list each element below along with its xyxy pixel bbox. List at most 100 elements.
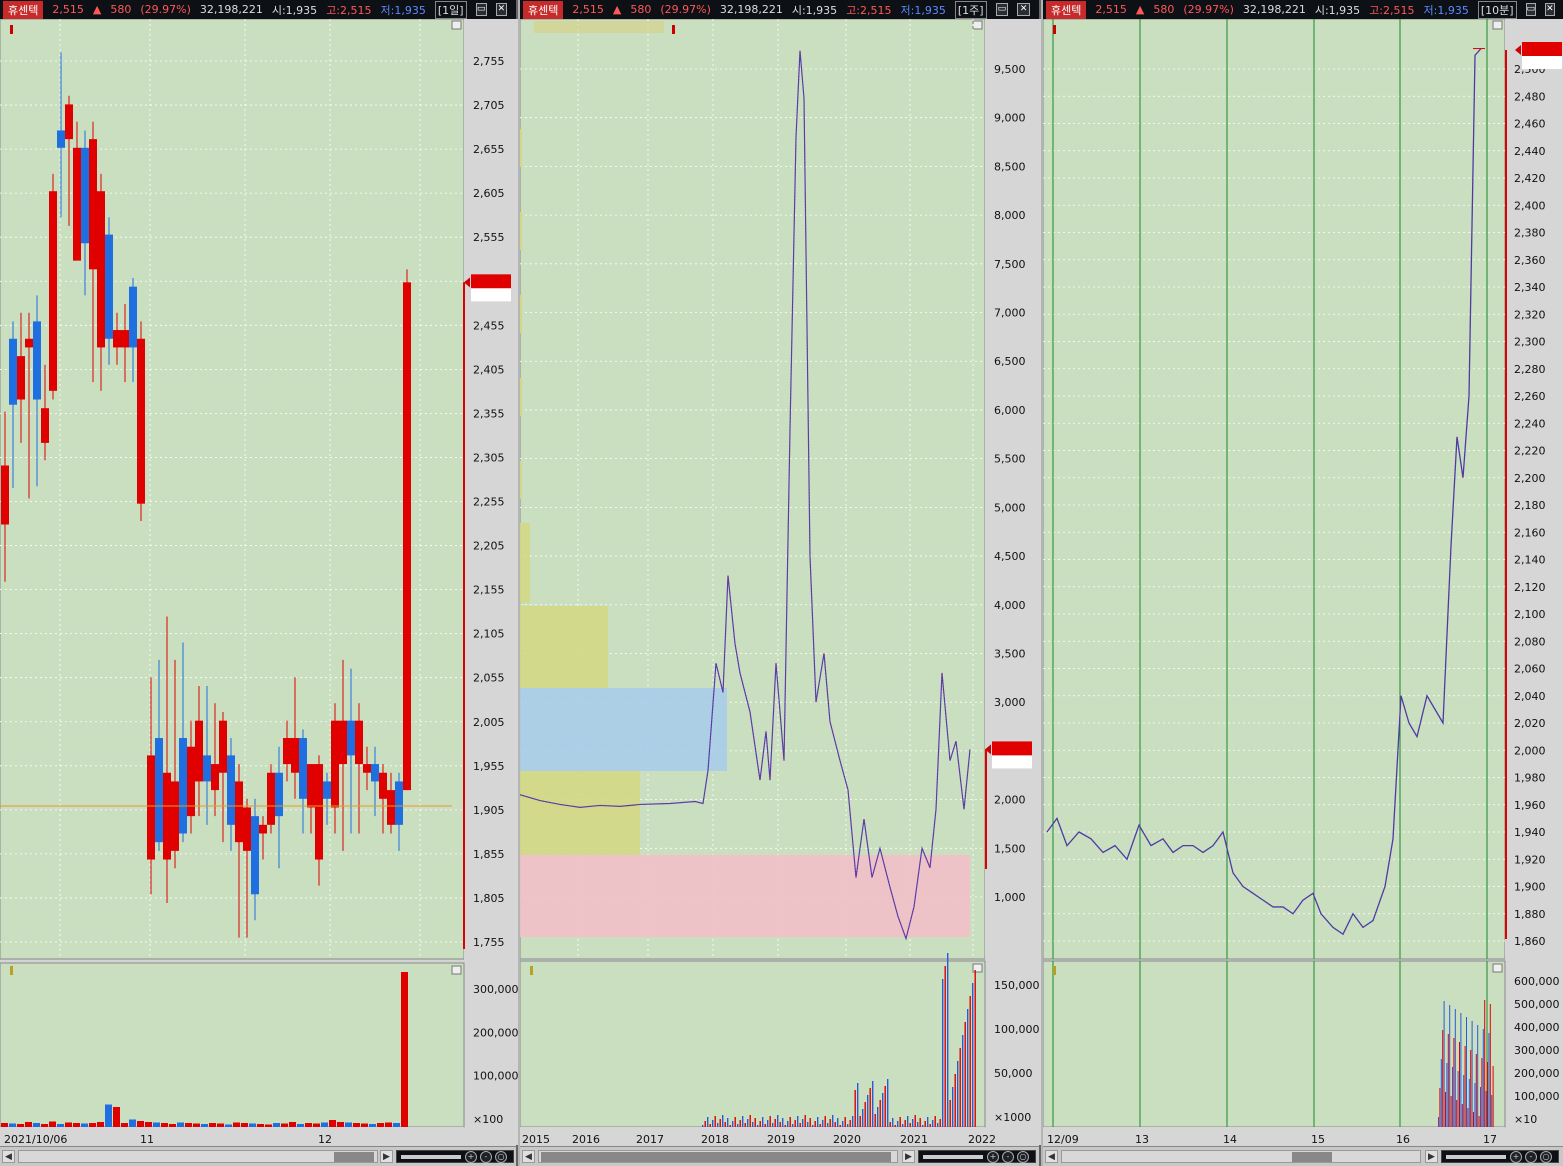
y-tick-label: 3,500 [994, 647, 1026, 660]
scroll-right-button[interactable]: ▶ [1425, 1150, 1438, 1163]
period-selector[interactable]: [1일] [434, 0, 467, 19]
volume-bar [265, 1124, 272, 1127]
scroll-track[interactable] [1061, 1150, 1421, 1163]
volume-bar [1467, 1108, 1469, 1127]
volume-bar [834, 1122, 836, 1127]
zoom-in-icon[interactable]: + [1510, 1150, 1522, 1163]
stock-name[interactable]: 휴센텍 [1046, 0, 1087, 19]
scroll-right-button[interactable]: ▶ [902, 1150, 915, 1163]
volume-profile-bar [520, 523, 530, 603]
zoom-out-icon[interactable]: - [480, 1150, 492, 1163]
x-axis-panel [0, 1127, 464, 1145]
price-pane-menu-icon [972, 20, 983, 30]
candle-body [179, 738, 187, 834]
volume-bar [969, 996, 971, 1127]
scrollbar[interactable]: ◀ ▶ + - ○ [1043, 1146, 1563, 1166]
period-selector[interactable]: [10분] [1477, 0, 1517, 19]
volume-tick-label: 300,000 [1514, 1044, 1560, 1057]
daily-chart[interactable]: 2,7552,7052,6552,6052,5552,5052,4552,405… [0, 19, 518, 1146]
zoom-in-icon[interactable]: + [987, 1150, 999, 1163]
zoom-in-icon[interactable]: + [465, 1150, 477, 1163]
open-price: 시:1,935 [271, 3, 318, 17]
volume-bar [804, 1115, 806, 1127]
volume-profile-bar [520, 606, 608, 689]
intraday-chart[interactable]: 2,5002,4802,4602,4402,4202,4002,3802,360… [1043, 19, 1563, 1146]
volume-bar [129, 1119, 136, 1127]
candle-body [387, 790, 395, 825]
y-tick-label: 3,000 [994, 696, 1026, 709]
volume-bar [17, 1124, 24, 1127]
legend-marker [10, 25, 13, 34]
zoom-out-icon[interactable]: - [1002, 1150, 1014, 1163]
volume-bar [974, 970, 976, 1127]
y-tick-label: 4,000 [994, 599, 1026, 612]
stock-name[interactable]: 휴센텍 [3, 0, 44, 19]
y-tick-label: 2,260 [1514, 390, 1546, 403]
y-tick-label: 2,240 [1514, 417, 1546, 430]
y-tick-label: 6,000 [994, 404, 1026, 417]
volume-tick-label: 100,000 [1514, 1090, 1560, 1103]
zoom-reset-icon[interactable]: ○ [1540, 1150, 1552, 1163]
pane-title-bar: 휴센텍 2,515 ▲ 580 (29.97%) 32,198,221 시:1,… [0, 0, 516, 19]
volume-bar [1443, 1001, 1445, 1127]
volume-bar [794, 1120, 796, 1127]
zoom-slider[interactable] [923, 1154, 983, 1159]
scroll-right-button[interactable]: ▶ [380, 1150, 393, 1163]
volume-bar [1484, 1000, 1486, 1127]
scroll-thumb[interactable] [541, 1152, 891, 1162]
high-price: 고:2,515 [846, 3, 892, 17]
price-pane-menu-icon [451, 20, 462, 30]
volume-bar [1464, 1046, 1466, 1127]
scroll-left-button[interactable]: ◀ [2, 1150, 15, 1163]
volume-bar [967, 1009, 969, 1127]
volume-bar [819, 1124, 821, 1127]
y-tick-label: 2,400 [1514, 199, 1546, 212]
volume-bar [754, 1118, 756, 1127]
volume-bar [1485, 1091, 1487, 1127]
minimize-button[interactable]: ▭ [1525, 3, 1537, 16]
stock-name[interactable]: 휴센텍 [523, 0, 564, 19]
volume-bar [217, 1123, 224, 1127]
y-tick-label: 2,420 [1514, 172, 1546, 185]
candle-body [105, 234, 113, 339]
close-button[interactable]: ✕ [1545, 3, 1555, 16]
close-button[interactable]: ✕ [495, 3, 507, 16]
volume-bar [714, 1116, 716, 1127]
weekly-chart[interactable]: 9,500 9,000 8,500 8,000 7,500 7,000 6,500 6,000… [520, 19, 1041, 1146]
zoom-slider[interactable] [401, 1154, 461, 1159]
volume-bar [937, 1123, 939, 1127]
volume-bar [313, 1123, 320, 1127]
x-tick-label: 2015 [522, 1133, 550, 1146]
scroll-thumb[interactable] [1292, 1152, 1332, 1162]
zoom-reset-icon[interactable]: ○ [495, 1150, 507, 1163]
scrollbar[interactable]: ◀ ▶ + - ○ [0, 1146, 516, 1166]
y-tick-label: 1,900 [1514, 881, 1546, 894]
zoom-slider[interactable] [1446, 1154, 1506, 1159]
scroll-thumb[interactable] [334, 1152, 374, 1162]
volume-bar [964, 1022, 966, 1127]
zoom-reset-icon[interactable]: ○ [1017, 1150, 1029, 1163]
minimize-button[interactable]: ▭ [475, 3, 487, 16]
scroll-track[interactable] [18, 1150, 378, 1163]
volume-bar [337, 1122, 344, 1127]
scroll-track[interactable] [538, 1150, 898, 1163]
scrollbar[interactable]: ◀ ▶ + - ○ [520, 1146, 1039, 1166]
scroll-left-button[interactable]: ◀ [522, 1150, 535, 1163]
close-button[interactable]: ✕ [1017, 3, 1030, 16]
scroll-left-button[interactable]: ◀ [1045, 1150, 1058, 1163]
candle-body [219, 720, 227, 773]
candle-body [17, 356, 25, 400]
minimize-button[interactable]: ▭ [995, 3, 1009, 16]
candle-body [171, 781, 179, 851]
y-tick-label: 2,105 [473, 628, 505, 641]
y-tick-label: 2,040 [1514, 690, 1546, 703]
zoom-out-icon[interactable]: - [1525, 1150, 1537, 1163]
volume-bar [702, 1125, 704, 1127]
volume-bar [859, 1116, 861, 1127]
period-selector[interactable]: [1주] [954, 0, 987, 19]
volume-bar [952, 1087, 954, 1127]
volume-bar [1471, 1021, 1473, 1127]
volume-bar [894, 1125, 896, 1127]
x-tick-label: 14 [1223, 1133, 1237, 1146]
y-tick-label: 1,905 [473, 804, 505, 817]
